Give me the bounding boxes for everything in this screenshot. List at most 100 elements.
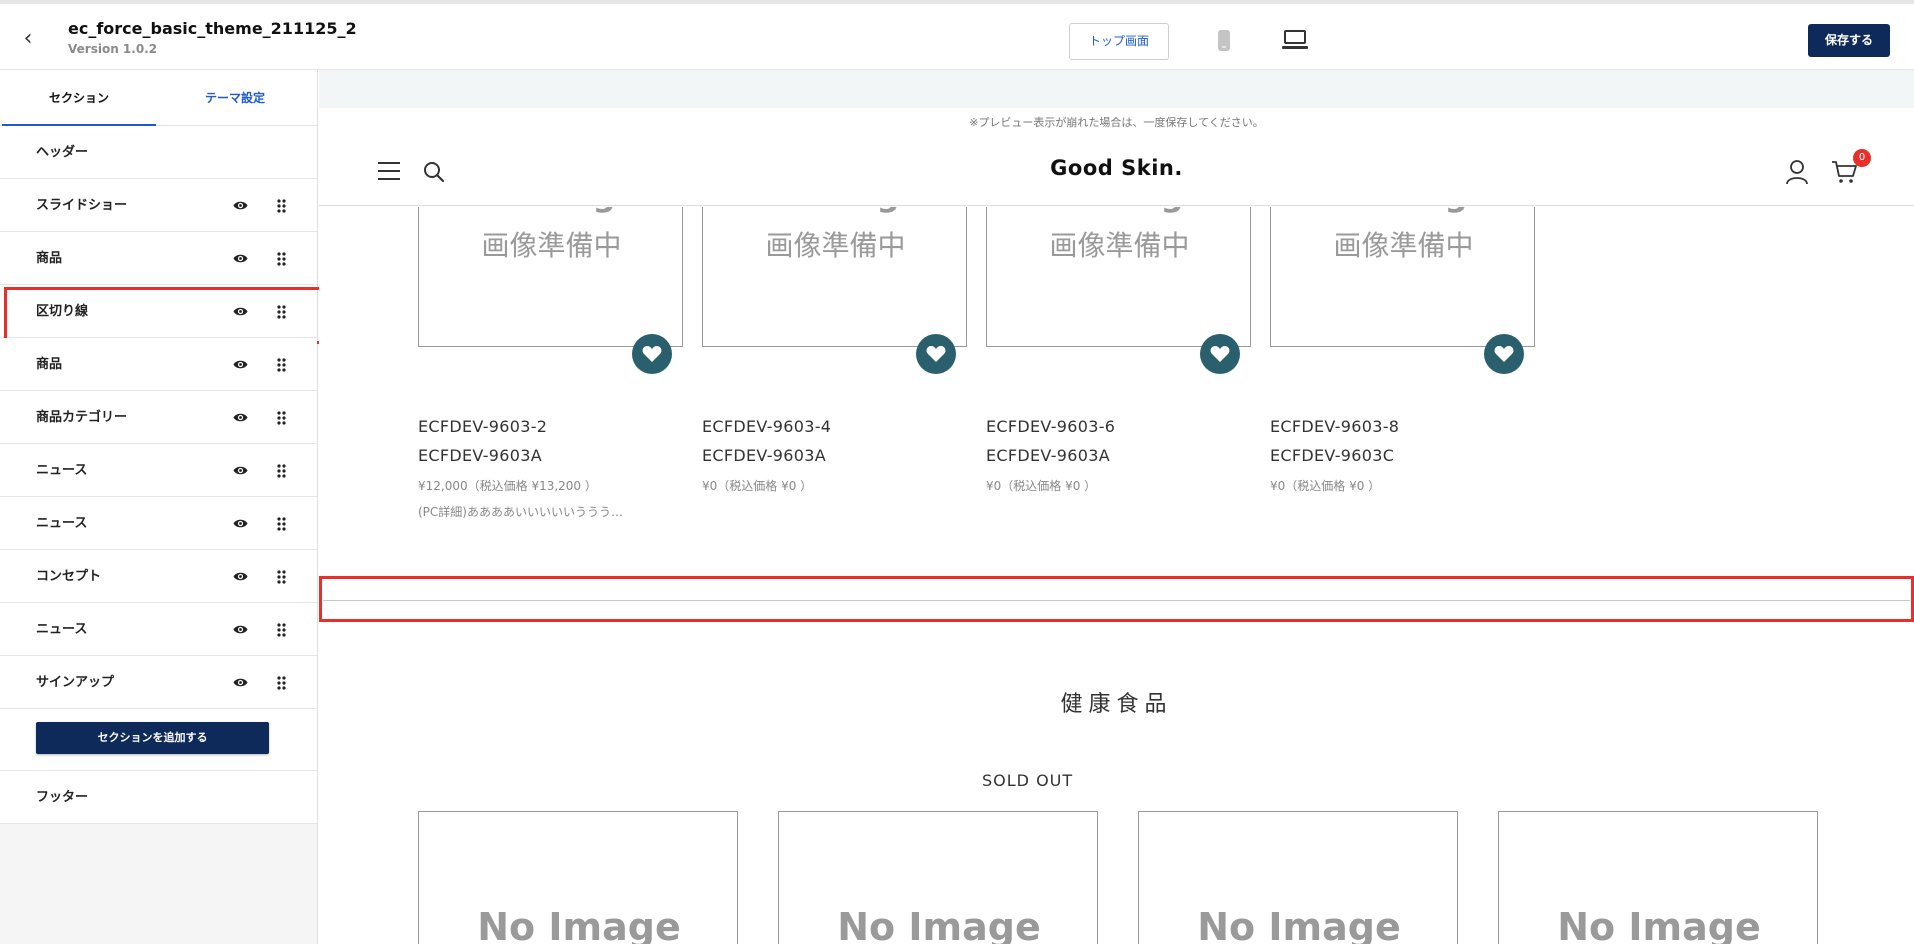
product-image-placeholder[interactable]: No Image 画像準備中 [418,207,683,347]
section-item-label: ニュース [36,463,88,478]
product-price: ¥0（税込価格 ¥0 ） [986,479,1097,493]
add-section-button[interactable]: セクションを追加する [36,722,269,754]
no-image-text: No Image [1271,207,1534,214]
visibility-eye-icon[interactable] [233,199,248,212]
favorite-heart-icon[interactable] [916,334,956,374]
add-section-area: セクションを追加する [0,709,317,771]
visibility-eye-icon[interactable] [233,305,248,318]
section-list: ヘッダー スライドショー 商品 区切り線 商品 商品カテゴリー ニュース ニュース コンセプト… [0,126,322,824]
sold-out-product-image[interactable]: No Image [418,811,738,944]
divider-selection-highlight [319,576,1914,622]
tab-sections[interactable]: セクション [2,70,156,127]
no-image-text: No Image [477,905,681,944]
user-account-icon[interactable] [1785,159,1809,185]
theme-name: ec_force_basic_theme_211125_2 [68,19,357,38]
favorite-heart-icon[interactable] [1484,334,1524,374]
section-item-label: 商品カテゴリー [36,410,128,425]
section-item[interactable]: ニュース [0,444,317,497]
no-image-text: No Image [419,207,682,214]
product-variant-code: ECFDEV-9603C [1270,446,1395,465]
top-screen-button[interactable]: トップ画面 [1069,23,1169,60]
section-item-footer[interactable]: フッター [0,771,317,824]
section-item-label: コンセプト [36,569,102,584]
no-image-text: No Image [1197,905,1401,944]
section-item-label: ニュース [36,516,88,531]
tab-theme-settings[interactable]: テーマ設定 [158,70,312,126]
preview-note: ※プレビュー表示が崩れた場合は、一度保存してください。 [969,116,1264,129]
section-item-label: サインアップ [36,675,115,690]
category-title: 健康食品 [1060,692,1173,717]
divider-line [323,600,1910,601]
mobile-device-icon[interactable] [1218,30,1230,51]
drag-handle-icon[interactable] [277,358,286,372]
sold-out-product-image[interactable]: No Image [1138,811,1458,944]
image-preparing-text: 画像準備中 [1333,229,1474,262]
section-item[interactable]: サインアップ [0,656,317,709]
product-code[interactable]: ECFDEV-9603-6 [986,417,1115,436]
save-button[interactable]: 保存する [1808,24,1890,57]
product-image-placeholder[interactable]: No Image 画像準備中 [702,207,967,347]
product-variant-code: ECFDEV-9603A [418,446,542,465]
product-code[interactable]: ECFDEV-9603-8 [1270,417,1399,436]
section-item-label: スライドショー [36,198,128,213]
divider-section[interactable] [319,576,1914,622]
product-image-placeholder[interactable]: No Image 画像準備中 [986,207,1251,347]
drag-handle-icon[interactable] [277,570,286,584]
drag-handle-icon[interactable] [277,411,286,425]
section-item-label: 商品 [36,251,63,266]
section-item-label: フッター [36,790,89,805]
sidebar-tabs: セクション テーマ設定 [0,70,317,127]
image-preparing-text: 画像準備中 [765,229,906,262]
sold-out-product-image[interactable]: No Image [1498,811,1818,944]
section-item[interactable]: コンセプト [0,550,317,603]
drag-handle-icon[interactable] [277,252,286,266]
image-preparing-text: 画像準備中 [481,229,622,262]
favorite-heart-icon[interactable] [632,334,672,374]
cart-icon[interactable] [1831,160,1857,184]
drag-handle-icon[interactable] [277,676,286,690]
theme-version: Version 1.0.2 [68,42,158,56]
back-chevron-icon[interactable]: ‹ [16,28,40,52]
section-item[interactable]: 商品 [0,338,317,391]
drag-handle-icon[interactable] [277,199,286,213]
section-item[interactable]: 商品カテゴリー [0,391,317,444]
sold-out-label: SOLD OUT [982,771,1074,790]
no-image-text: No Image [703,207,966,214]
visibility-eye-icon[interactable] [233,411,248,424]
image-preparing-text: 画像準備中 [1049,229,1190,262]
visibility-eye-icon[interactable] [233,358,248,371]
editor-topbar: ‹ ec_force_basic_theme_211125_2 Version … [0,0,1914,70]
site-header: Good Skin. 0 [319,138,1914,206]
section-item[interactable]: 区切り線 [0,285,322,344]
product-price: ¥12,000（税込価格 ¥13,200 ） [418,479,597,493]
section-item-label: ニュース [36,622,88,637]
product-image-placeholder[interactable]: No Image 画像準備中 [1270,207,1535,347]
drag-handle-icon[interactable] [277,464,286,478]
visibility-eye-icon[interactable] [233,464,248,477]
section-item-label: 区切り線 [36,304,89,319]
section-item-label: ヘッダー [36,145,89,160]
section-item-header[interactable]: ヘッダー [0,126,317,179]
section-item[interactable]: ニュース [0,603,317,656]
visibility-eye-icon[interactable] [233,676,248,689]
visibility-eye-icon[interactable] [233,570,248,583]
product-code[interactable]: ECFDEV-9603-4 [702,417,831,436]
desktop-device-icon[interactable] [1282,30,1308,51]
product-code[interactable]: ECFDEV-9603-2 [418,417,547,436]
section-item[interactable]: スライドショー [0,179,317,232]
product-grid: No Image 画像準備中 ECFDEV-9603-2 ECFDEV-9603A ¥1… [319,207,1914,627]
favorite-heart-icon[interactable] [1200,334,1240,374]
sections-sidebar: セクション テーマ設定 ヘッダー スライドショー 商品 区切り線 商品 商品カテゴリーニ… [0,70,322,944]
section-item[interactable]: ニュース [0,497,317,550]
visibility-eye-icon[interactable] [233,252,248,265]
section-item[interactable]: 商品 [0,232,317,285]
visibility-eye-icon[interactable] [233,517,248,530]
product-price: ¥0（税込価格 ¥0 ） [702,479,813,493]
drag-handle-icon[interactable] [277,623,286,637]
site-logo[interactable]: Good Skin. [319,156,1914,180]
visibility-eye-icon[interactable] [233,623,248,636]
sold-out-product-image[interactable]: No Image [778,811,1098,944]
product-variant-code: ECFDEV-9603A [986,446,1110,465]
drag-handle-icon[interactable] [277,517,286,531]
drag-handle-icon[interactable] [277,305,286,319]
